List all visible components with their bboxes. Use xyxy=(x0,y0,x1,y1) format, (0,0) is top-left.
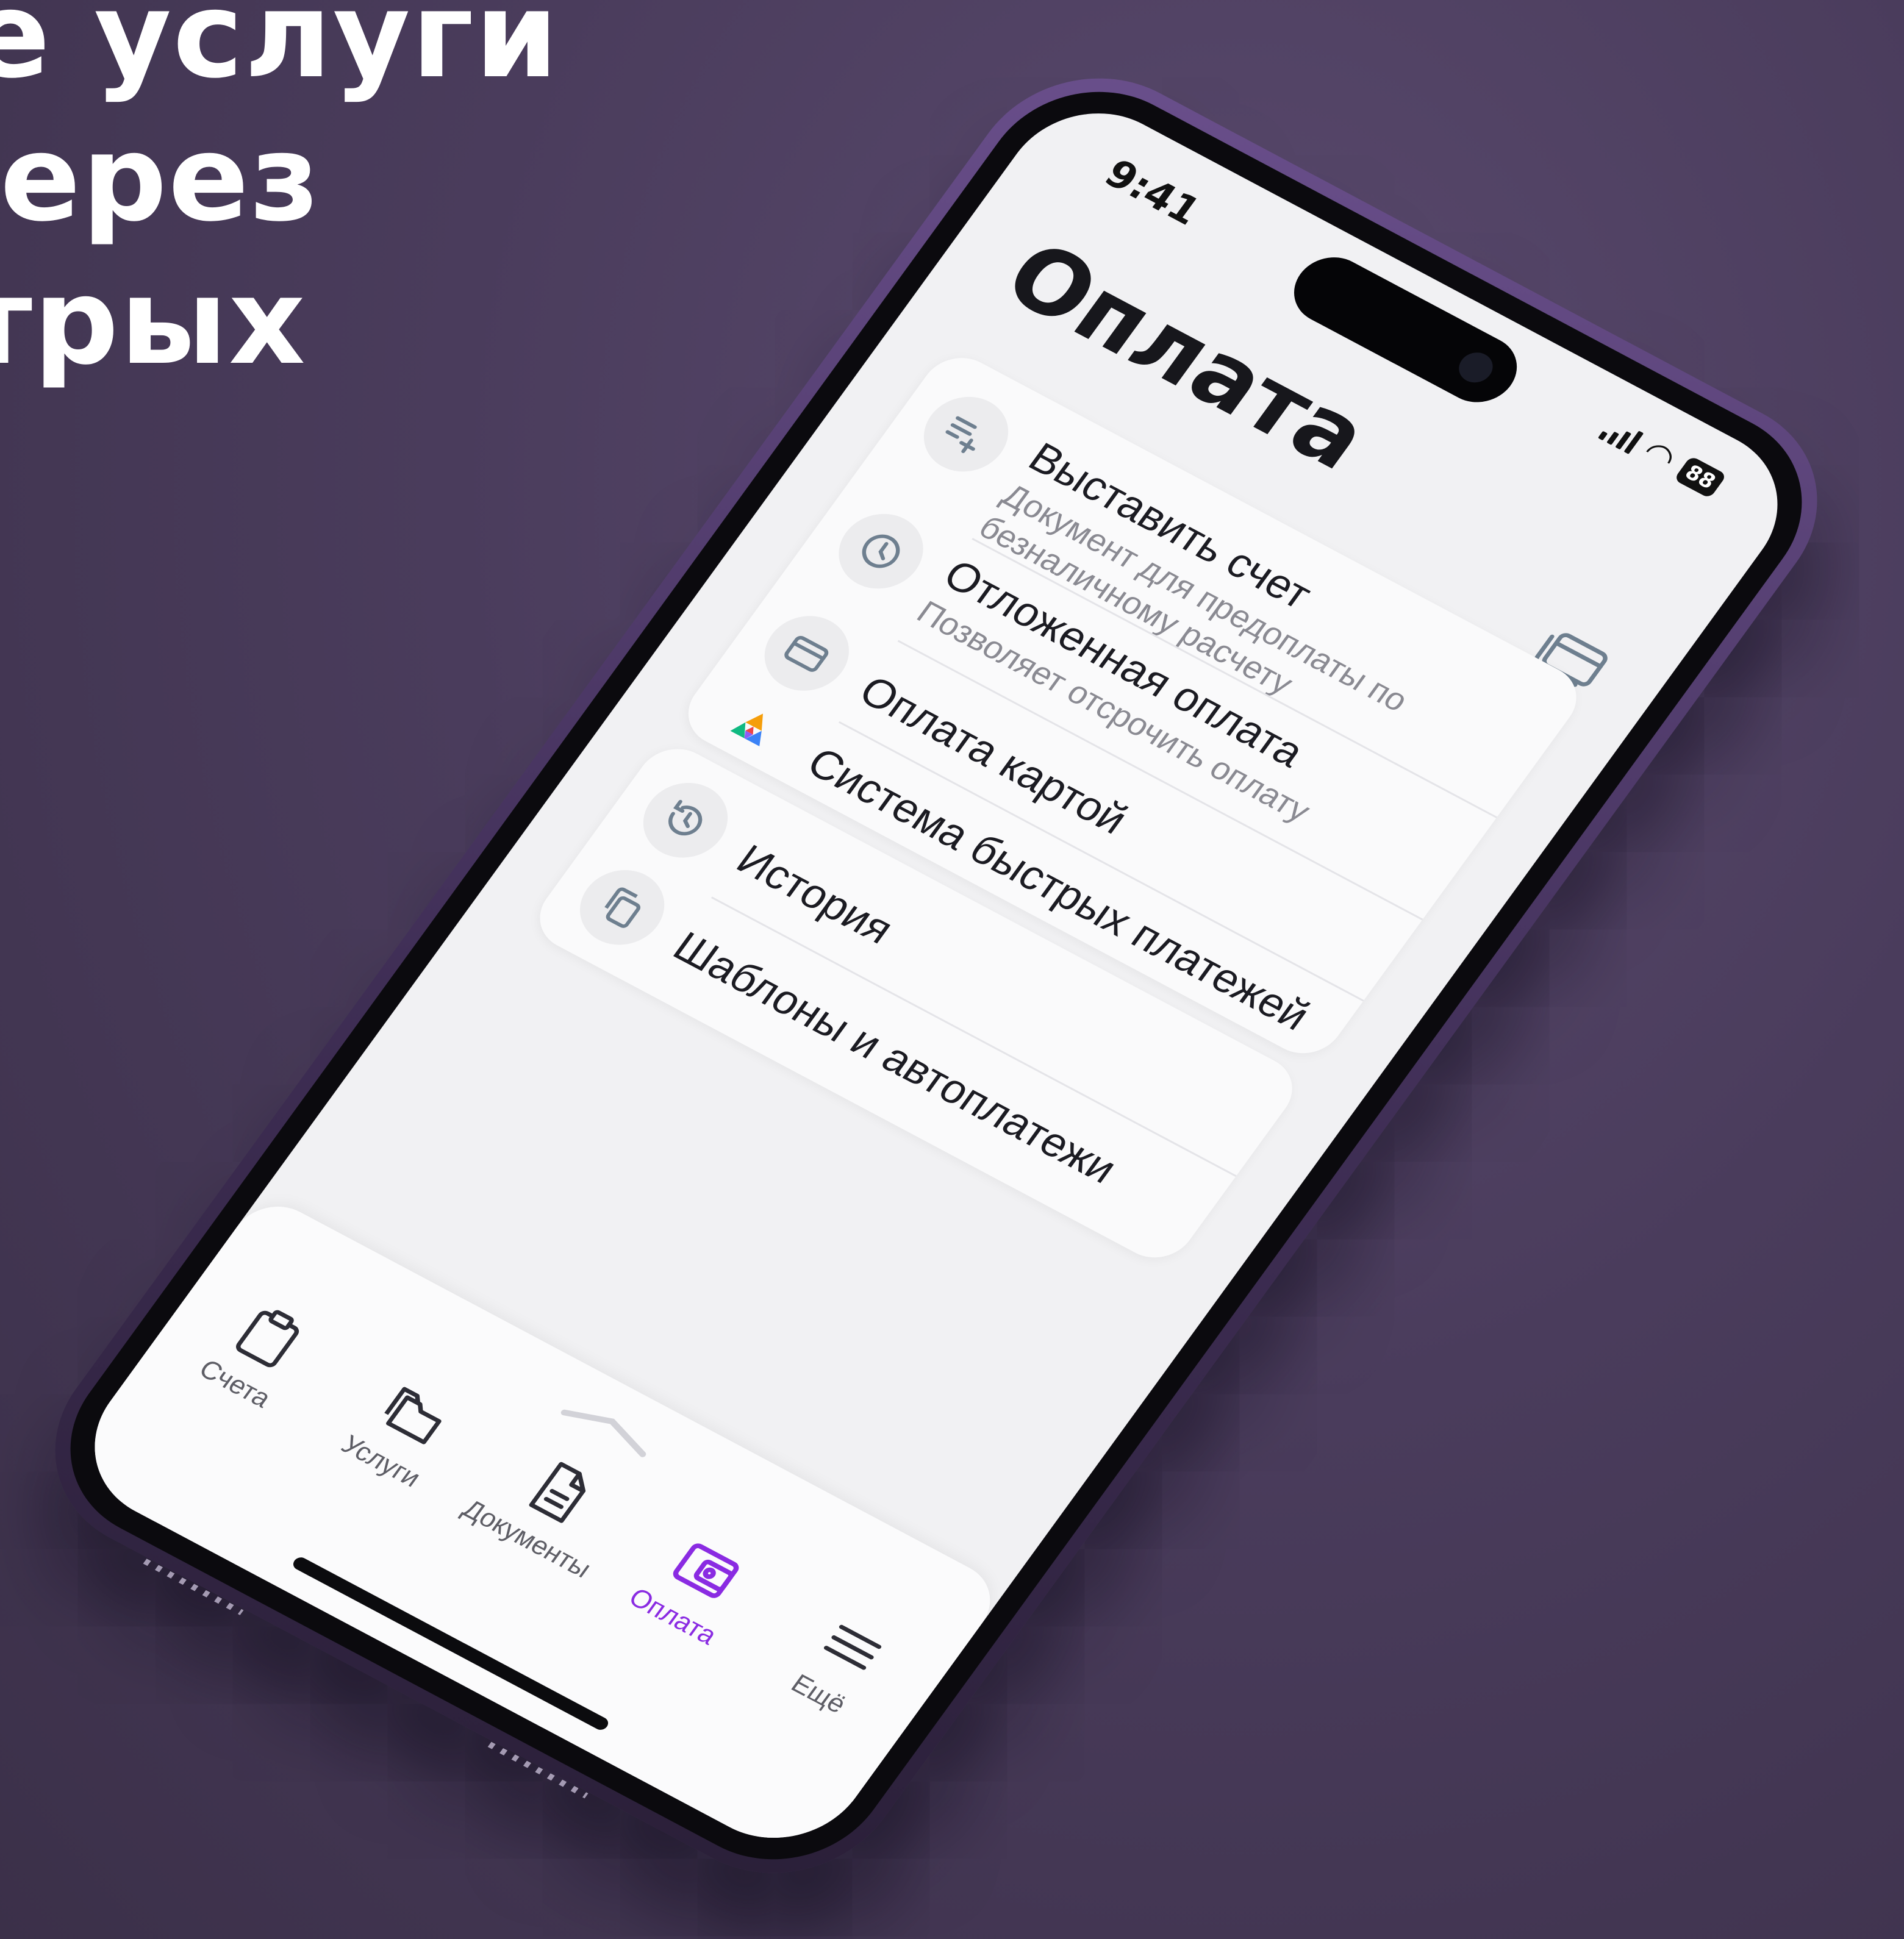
headline-line-3: трых xyxy=(0,252,307,391)
headline-line-1: е услуги xyxy=(0,0,560,104)
cellular-signal-icon xyxy=(1597,416,1644,454)
wifi-icon: ◠ xyxy=(1634,432,1684,478)
add-list-icon xyxy=(907,383,1025,485)
clock-icon xyxy=(822,500,940,602)
tab-more[interactable]: Ещё xyxy=(745,1585,937,1741)
copy-icon xyxy=(564,856,681,959)
status-icons: ◠ 88 xyxy=(1597,415,1727,499)
tab-documents[interactable]: Документы xyxy=(453,1430,645,1586)
home-indicator[interactable] xyxy=(290,1555,611,1732)
camera-icon xyxy=(1452,347,1500,388)
status-time: 9:41 xyxy=(1096,151,1209,234)
headline-line-2: ерез xyxy=(0,109,321,248)
tab-payment[interactable]: Оплата xyxy=(599,1508,791,1663)
sheet-handle-icon[interactable] xyxy=(555,1393,661,1462)
history-icon xyxy=(627,769,744,871)
tab-services[interactable]: Услуги xyxy=(307,1353,499,1509)
card-icon xyxy=(748,602,865,705)
battery-icon: 88 xyxy=(1673,455,1727,499)
tab-accounts[interactable]: Счета xyxy=(161,1275,353,1430)
promo-headline: е услуги ерез трых xyxy=(0,0,829,393)
